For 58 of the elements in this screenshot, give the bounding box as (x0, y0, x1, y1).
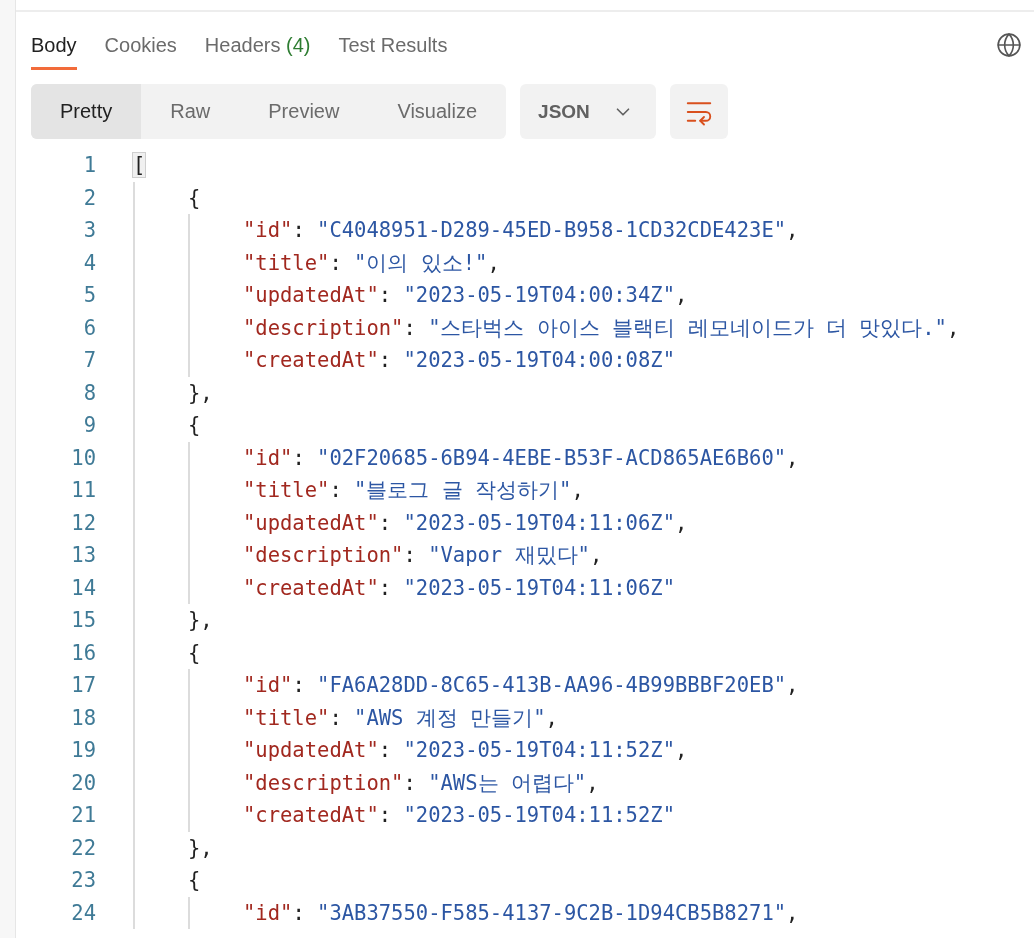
response-tab[interactable]: Test Results (338, 34, 448, 70)
globe-icon[interactable] (996, 32, 1022, 58)
format-dropdown[interactable]: JSON (520, 84, 656, 139)
code-line: "id": "FA6A28DD-8C65-413B-AA96-4B99BBBF20EB", (243, 672, 799, 699)
code-line: { (188, 184, 201, 212)
view-mode-tab[interactable]: Preview (239, 84, 369, 139)
code-line: "title": "블로그 글 작성하기", (243, 477, 584, 504)
line-number: 15 (70, 607, 96, 634)
code-line: { (188, 412, 201, 439)
line-number: 8 (82, 379, 96, 407)
code-line: "id": "C4048951-D289-45ED-B958-1CD32CDE423E", (243, 217, 799, 244)
code-line: { (188, 639, 201, 667)
code-line: "id": "02F20685-6B94-4EBE-B53F-ACD865AE6B60", (243, 444, 799, 472)
line-number: 20 (70, 769, 96, 797)
line-number: 11 (70, 477, 96, 504)
code-line: "description": "스타벅스 아이스 블랙티 레모네이드가 더 맛있다.", (243, 314, 960, 342)
response-tab[interactable]: Body (31, 34, 77, 70)
line-number: 14 (70, 574, 96, 602)
code-line: "description": "Vapor 재밌다", (243, 542, 603, 569)
view-mode-tab[interactable]: Raw (141, 84, 240, 139)
code-line: }, (188, 607, 213, 634)
line-number: 6 (82, 314, 96, 342)
line-number: 23 (70, 867, 96, 894)
line-number: 4 (82, 249, 96, 277)
code-line: "createdAt": "2023-05-19T04:11:06Z" (243, 574, 675, 602)
code-line: "updatedAt": "2023-05-19T04:11:52Z", (243, 737, 688, 764)
line-number: 12 (70, 509, 96, 537)
line-number: 22 (70, 834, 96, 862)
line-number: 1 (82, 152, 96, 179)
view-mode-tab[interactable]: Visualize (368, 84, 507, 139)
line-number: 19 (70, 737, 96, 764)
code-line: "createdAt": "2023-05-19T04:00:08Z" (243, 347, 675, 374)
line-number: 10 (70, 444, 96, 472)
line-number: 3 (82, 217, 96, 244)
response-tab[interactable]: Headers (4) (204, 34, 311, 70)
line-number: 16 (70, 639, 96, 667)
code-line: "updatedAt": "2023-05-19T04:11:06Z", (243, 509, 688, 537)
line-number: 17 (70, 672, 96, 699)
line-number: 7 (82, 347, 96, 374)
line-number: 2 (82, 184, 96, 212)
code-line: { (188, 867, 201, 894)
line-number: 18 (70, 704, 96, 732)
line-number: 5 (82, 282, 96, 309)
code-line: "createdAt": "2023-05-19T04:11:52Z" (243, 802, 675, 829)
code-line: "id": "3AB37550-F585-4137-9C2B-1D94CB5B8271", (243, 899, 799, 927)
line-number: 24 (70, 899, 96, 927)
response-tab[interactable]: Cookies (104, 34, 177, 70)
code-line: "updatedAt": "2023-05-19T04:00:34Z", (243, 282, 688, 309)
code-line: "title": "이의 있소!", (243, 249, 500, 277)
code-line: "title": "AWS 계정 만들기", (243, 704, 558, 732)
code-line: }, (188, 834, 213, 862)
view-mode-tab[interactable]: Pretty (31, 84, 142, 139)
line-number: 13 (70, 542, 96, 569)
line-number: 21 (70, 802, 96, 829)
code-line: }, (188, 379, 213, 407)
wrap-lines-button[interactable] (669, 84, 728, 139)
code-line: "description": "AWS는 어렵다", (243, 769, 599, 797)
line-number: 9 (82, 412, 96, 439)
